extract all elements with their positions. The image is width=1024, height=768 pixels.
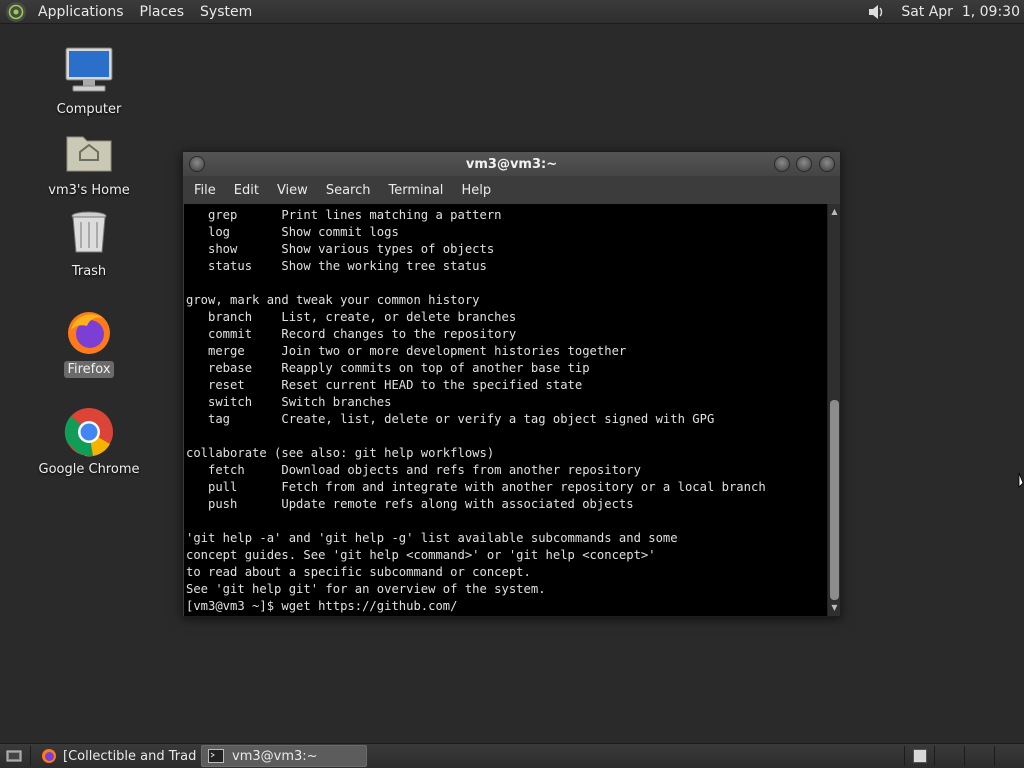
terminal-line: switch Switch branches xyxy=(186,395,392,409)
scroll-thumb[interactable] xyxy=(830,400,839,600)
desktop-icon-label: Computer xyxy=(56,102,122,117)
menu-help[interactable]: Help xyxy=(452,183,500,198)
show-desktop-icon[interactable] xyxy=(2,745,26,767)
desktop-icon-label: Google Chrome xyxy=(38,462,140,477)
menu-edit[interactable]: Edit xyxy=(225,183,268,198)
terminal-line: log Show commit logs xyxy=(186,225,399,239)
desktop-icon-chrome[interactable]: Google Chrome xyxy=(34,406,144,478)
workspace-1[interactable] xyxy=(904,746,934,766)
desktop-icon-home[interactable]: vm3's Home xyxy=(34,127,144,199)
terminal-line: collaborate (see also: git help workflow… xyxy=(186,446,495,460)
terminal-line: merge Join two or more development histo… xyxy=(186,344,627,358)
terminal-output[interactable]: grep Print lines matching a pattern log … xyxy=(184,204,827,616)
terminal-line: fetch Download objects and refs from ano… xyxy=(186,463,641,477)
terminal-line: grow, mark and tweak your common history xyxy=(186,293,480,307)
window-titlebar[interactable]: vm3@vm3:~ xyxy=(183,152,840,176)
desktop-icon-label: Trash xyxy=(71,264,107,279)
menu-terminal[interactable]: Terminal xyxy=(379,183,452,198)
system-menu[interactable]: System xyxy=(192,0,260,24)
applications-menu[interactable]: Applications xyxy=(30,0,132,24)
terminal-line: push Update remote refs along with assoc… xyxy=(186,497,634,511)
distro-logo-icon[interactable] xyxy=(6,1,26,22)
places-menu[interactable]: Places xyxy=(132,0,193,24)
trash-icon xyxy=(63,208,115,260)
terminal-line: show Show various types of objects xyxy=(186,242,495,256)
window-menu-button[interactable] xyxy=(189,156,205,172)
task-button-terminal[interactable]: vm3@vm3:~ xyxy=(201,745,367,767)
computer-icon xyxy=(63,46,115,98)
clock[interactable]: Sat Apr 1, 09:30 xyxy=(895,4,1024,20)
terminal-line: to read about a specific subcommand or c… xyxy=(186,565,531,579)
terminal-line: pull Fetch from and integrate with anoth… xyxy=(186,480,766,494)
terminal-line: concept guides. See 'git help <command>'… xyxy=(186,548,656,562)
close-button[interactable] xyxy=(819,156,835,172)
terminal-line: 'git help -a' and 'git help -g' list ava… xyxy=(186,531,678,545)
terminal-scrollbar[interactable]: ▲ ▼ xyxy=(827,204,840,616)
mouse-cursor-icon xyxy=(1018,472,1024,490)
task-label: vm3@vm3:~ xyxy=(232,748,318,764)
workspace-switcher[interactable] xyxy=(904,744,1024,768)
maximize-button[interactable] xyxy=(796,156,812,172)
chrome-icon xyxy=(63,406,115,458)
terminal-line: See 'git help git' for an overview of th… xyxy=(186,582,546,596)
workspace-active-indicator xyxy=(912,749,927,763)
task-label: [Collectible and Trad... xyxy=(63,748,197,764)
top-panel-tray: Sat Apr 1, 09:30 xyxy=(865,0,1024,24)
home-folder-icon xyxy=(63,127,115,179)
menu-search[interactable]: Search xyxy=(317,183,380,198)
terminal-line: grep Print lines matching a pattern xyxy=(186,208,502,222)
workspace-2[interactable] xyxy=(934,746,964,766)
terminal-line: tag Create, list, delete or verify a tag… xyxy=(186,412,715,426)
desktop-icon-trash[interactable]: Trash xyxy=(34,208,144,280)
terminal-line: status Show the working tree status xyxy=(186,259,487,273)
volume-icon[interactable] xyxy=(865,1,887,23)
terminal-menubar: File Edit View Search Terminal Help xyxy=(183,176,840,204)
firefox-icon xyxy=(63,306,115,358)
desktop-icon-firefox[interactable]: Firefox xyxy=(34,306,144,378)
terminal-line: reset Reset current HEAD to the specifie… xyxy=(186,378,583,392)
window-title: vm3@vm3:~ xyxy=(465,156,558,172)
terminal-text: grep Print lines matching a pattern log … xyxy=(184,204,827,615)
workspace-3[interactable] xyxy=(964,746,994,766)
bottom-panel: [Collectible and Trad... vm3@vm3:~ xyxy=(0,743,1024,768)
terminal-line: rebase Reapply commits on top of another… xyxy=(186,361,590,375)
panel-separator xyxy=(30,746,31,766)
desktop-icon-label: vm3's Home xyxy=(48,183,130,198)
menu-file[interactable]: File xyxy=(185,183,225,198)
terminal-line: [vm3@vm3 ~]$ wget https://github.com/ xyxy=(186,599,458,613)
top-panel: Applications Places System Sat Apr 1, 09… xyxy=(0,0,1024,24)
terminal-line: commit Record changes to the repository xyxy=(186,327,517,341)
workspace-4[interactable] xyxy=(994,746,1024,766)
firefox-task-icon xyxy=(42,749,56,763)
minimize-button[interactable] xyxy=(774,156,790,172)
scroll-up-icon[interactable]: ▲ xyxy=(829,206,840,218)
terminal-task-icon xyxy=(208,749,224,763)
desktop-icon-computer[interactable]: Computer xyxy=(34,46,144,118)
menu-view[interactable]: View xyxy=(268,183,317,198)
desktop-icon-label: Firefox xyxy=(64,361,114,378)
terminal-window[interactable]: vm3@vm3:~ File Edit View Search Terminal… xyxy=(182,151,841,617)
scroll-down-icon[interactable]: ▼ xyxy=(829,602,840,614)
task-button-firefox[interactable]: [Collectible and Trad... xyxy=(35,745,197,767)
terminal-line: branch List, create, or delete branches xyxy=(186,310,517,324)
